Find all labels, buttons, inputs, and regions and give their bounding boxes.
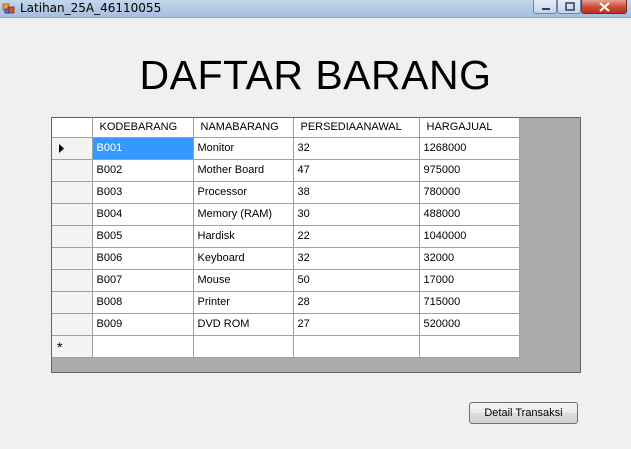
row-header[interactable] [52,291,93,314]
row-header[interactable] [52,159,93,182]
grid-cell[interactable]: Printer [193,291,294,314]
grid-cell[interactable]: 30 [293,203,420,226]
grid-cell[interactable]: Monitor [193,137,294,160]
table-row[interactable]: B006 Keyboard 32 32000 [52,247,520,270]
grid-cell[interactable]: 520000 [419,313,520,336]
grid-cell[interactable]: 50 [293,269,420,292]
grid-cell[interactable]: 38 [293,181,420,204]
grid-cell[interactable]: 975000 [419,159,520,182]
column-header-kodebarang[interactable]: KODEBARANG [92,118,194,138]
grid-cell[interactable]: 32 [293,247,420,270]
row-header[interactable]: * [52,335,93,358]
row-header[interactable] [52,181,93,204]
row-header[interactable] [52,203,93,226]
column-header-namabarang[interactable]: NAMABARANG [193,118,294,138]
grid-cell[interactable]: Memory (RAM) [193,203,294,226]
grid-cell[interactable]: Processor [193,181,294,204]
grid-cell[interactable]: B003 [92,181,194,204]
table-row[interactable]: B005 Hardisk 22 1040000 [52,225,520,248]
grid-cell[interactable]: 715000 [419,291,520,314]
grid-cell[interactable]: 32 [293,137,420,160]
grid-cell[interactable] [92,335,194,358]
maximize-button[interactable] [557,0,581,14]
close-button[interactable] [581,0,627,14]
row-header[interactable] [52,269,93,292]
grid-cell[interactable]: 780000 [419,181,520,204]
row-header[interactable] [52,247,93,270]
grid-header-row: KODEBARANG NAMABARANG PERSEDIAANAWAL HAR… [52,118,520,138]
table-row[interactable]: B009 DVD ROM 27 520000 [52,313,520,336]
grid-cell[interactable] [419,335,520,358]
grid-cell[interactable]: 1268000 [419,137,520,160]
grid-cell[interactable]: 32000 [419,247,520,270]
main-window: Latihan_25A_46110055 DAFTAR BARANG KODEB… [0,0,631,449]
grid-cell[interactable] [293,335,420,358]
table-row[interactable]: B001 Monitor 32 1268000 [52,137,520,160]
row-header[interactable] [52,137,93,160]
grid-cell[interactable]: Keyboard [193,247,294,270]
row-header[interactable] [52,313,93,336]
column-header-hargajual[interactable]: HARGAJUAL [419,118,520,138]
title-bar[interactable]: Latihan_25A_46110055 [0,0,631,18]
grid-cell[interactable]: 47 [293,159,420,182]
table-row[interactable]: B007 Mouse 50 17000 [52,269,520,292]
grid-cell[interactable]: B001 [92,137,194,160]
row-header[interactable] [52,225,93,248]
window-title: Latihan_25A_46110055 [20,1,162,15]
table-row[interactable]: B004 Memory (RAM) 30 488000 [52,203,520,226]
grid-corner-cell[interactable] [52,118,93,138]
grid-cell[interactable]: Mouse [193,269,294,292]
detail-transaksi-button[interactable]: Detail Transaksi [469,402,578,424]
grid-cell[interactable]: 17000 [419,269,520,292]
grid-cell[interactable]: 28 [293,291,420,314]
grid-cell[interactable]: B007 [92,269,194,292]
page-title: DAFTAR BARANG [139,52,492,98]
grid-cell[interactable]: Mother Board [193,159,294,182]
table-row[interactable]: B002 Mother Board 47 975000 [52,159,520,182]
new-row[interactable]: * [52,335,520,358]
minimize-button[interactable] [533,0,557,14]
grid-cell[interactable]: B006 [92,247,194,270]
grid-cell[interactable]: 1040000 [419,225,520,248]
table-row[interactable]: B008 Printer 28 715000 [52,291,520,314]
grid-cell[interactable]: Hardisk [193,225,294,248]
grid-cell[interactable]: B004 [92,203,194,226]
grid-cell[interactable]: B002 [92,159,194,182]
close-icon [599,2,610,12]
grid-cell[interactable]: B008 [92,291,194,314]
minimize-icon [542,8,550,10]
grid-cell[interactable]: 488000 [419,203,520,226]
table-row[interactable]: B003 Processor 38 780000 [52,181,520,204]
app-icon [2,3,15,14]
maximize-icon [565,2,575,11]
grid-cell[interactable]: 27 [293,313,420,336]
grid-cell[interactable] [193,335,294,358]
data-grid[interactable]: KODEBARANG NAMABARANG PERSEDIAANAWAL HAR… [51,117,581,373]
grid-cell[interactable]: B009 [92,313,194,336]
current-row-arrow-icon [59,143,64,153]
column-header-persediaanawal[interactable]: PERSEDIAANAWAL [293,118,420,138]
grid-cell[interactable]: DVD ROM [193,313,294,336]
new-row-asterisk-icon: * [57,338,63,355]
grid-cell[interactable]: 22 [293,225,420,248]
grid-cell[interactable]: B005 [92,225,194,248]
